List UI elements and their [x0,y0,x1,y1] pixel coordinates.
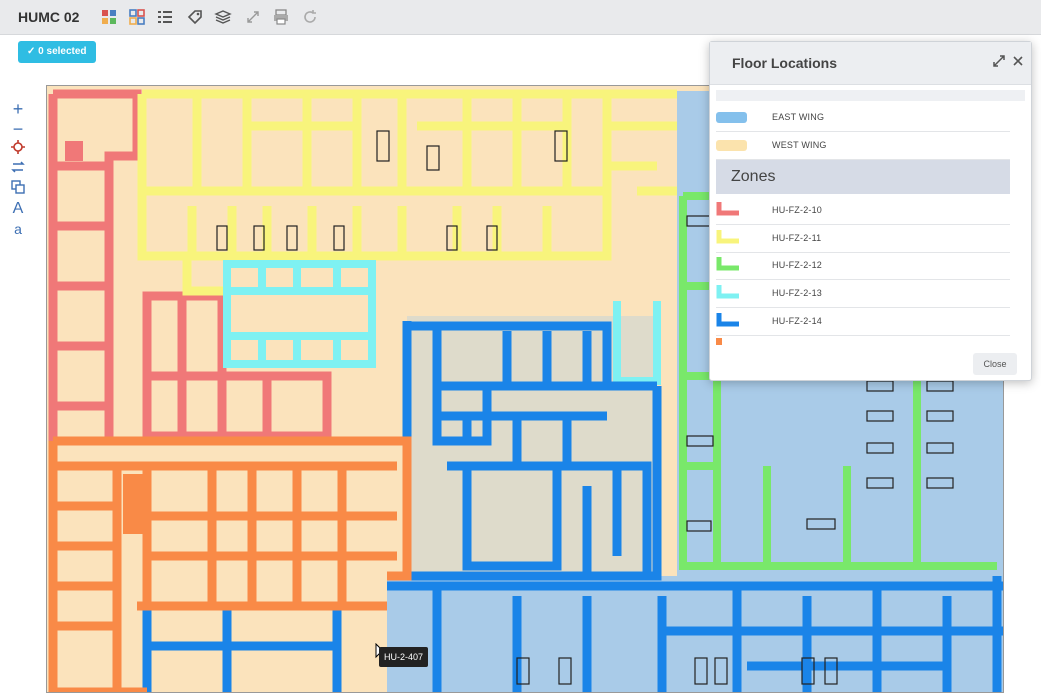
move-icon[interactable] [8,160,28,178]
location-row-east-wing[interactable]: EAST WING [716,104,1010,132]
zone-label: HU-FZ-2-13 [772,288,823,298]
text-small-icon[interactable]: a [8,220,28,238]
grid-view-icon[interactable] [100,8,118,26]
maximize-icon[interactable] [992,54,1006,68]
location-row-west-wing[interactable]: WEST WING [716,132,1010,160]
app-title: HUMC 02 [18,9,80,25]
zone-row-hu-fz-2-13[interactable]: HU-FZ-2-13 [716,280,1010,308]
location-label: WEST WING [772,140,827,150]
zone-swatch [716,313,739,327]
refresh-icon[interactable] [301,8,319,26]
zone-swatch [716,285,739,299]
pan-target-icon[interactable] [8,140,28,158]
zone-label: HU-FZ-2-14 [772,316,823,326]
east-wing-swatch [716,112,747,123]
print-icon[interactable] [272,8,290,26]
zone-label: HU-FZ-2-12 [772,260,823,270]
check-icon: ✓ [27,46,36,57]
copy-icon[interactable] [8,180,28,198]
zone-row-hu-fz-2-12[interactable]: HU-FZ-2-12 [716,252,1010,280]
tag-icon[interactable] [186,8,204,26]
zone-swatch [716,230,739,244]
selection-label: 0 selected [38,46,87,57]
zone-swatch [716,202,739,216]
list-icon[interactable] [156,8,174,26]
zone-row-hu-fz-2-14[interactable]: HU-FZ-2-14 [716,308,1010,336]
location-label: EAST WING [772,112,825,122]
selection-badge[interactable]: ✓ 0 selected [18,41,96,63]
floor-locations-panel: Floor Locations EAST WING WEST WING Zone… [709,41,1032,381]
zone-label: HU-FZ-2-10 [772,205,823,215]
zones-title: Zones [731,168,776,185]
text-large-icon[interactable]: A [8,200,28,218]
grid-select-icon[interactable] [128,8,146,26]
zoom-out-icon[interactable]: − [8,120,28,138]
panel-header: Floor Locations [710,42,1031,85]
zone-swatch [716,257,739,271]
close-icon[interactable] [1011,54,1025,68]
zone-row-hu-fz-2-10[interactable]: HU-FZ-2-10 [716,197,1010,225]
room-tooltip: HU-2-407 [379,647,429,667]
toolbar: HUMC 02 [0,0,1041,35]
zones-header: Zones [716,160,1010,194]
close-button[interactable]: Close [973,353,1017,375]
expand-icon[interactable] [244,8,262,26]
layers-icon[interactable] [214,8,232,26]
zone-swatch-partial [716,338,722,345]
west-wing-swatch [716,140,747,151]
zone-label: HU-FZ-2-11 [772,233,822,243]
zoom-in-icon[interactable]: + [8,100,28,118]
zone-row-hu-fz-2-11[interactable]: HU-FZ-2-11 [716,225,1010,253]
panel-divider [716,90,1025,101]
panel-title: Floor Locations [732,55,837,71]
